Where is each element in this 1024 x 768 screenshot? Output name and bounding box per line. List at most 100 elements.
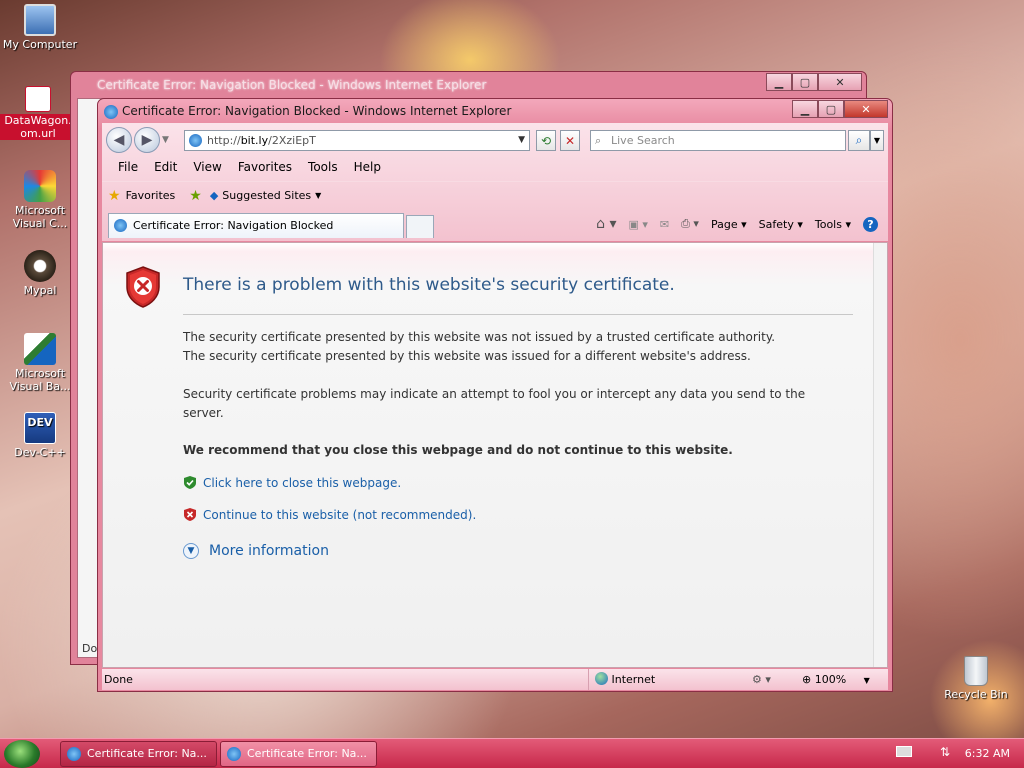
favorites-button[interactable]: Favorites xyxy=(126,189,176,202)
close-button[interactable]: ✕ xyxy=(844,100,888,118)
suggested-sites-button[interactable]: Suggested Sites xyxy=(222,189,311,202)
favorites-star-icon: ★ xyxy=(108,187,121,204)
desktop-icon-dev-cpp[interactable]: DEV Dev-C++ xyxy=(2,412,78,459)
search-placeholder: Live Search xyxy=(611,134,675,147)
minimize-button[interactable]: ▁ xyxy=(792,100,818,118)
status-bar: Done Internet ⚙ ▾ ⊕ 100% ▼ xyxy=(102,669,888,690)
maximize-button[interactable]: ▢ xyxy=(818,100,844,118)
page-icon xyxy=(114,219,127,232)
desktop-icon-datawagon[interactable]: DataWagon. om.url xyxy=(0,86,76,140)
print-icon[interactable]: ⎙ ▾ xyxy=(681,217,699,231)
more-information-label: More information xyxy=(209,543,329,559)
refresh-button[interactable]: ⟲ xyxy=(536,130,556,151)
page-menu[interactable]: Page ▾ xyxy=(711,218,747,231)
protected-mode-icon[interactable]: ⚙ ▾ xyxy=(752,669,771,690)
taskbar-item-label: Certificate Error: Na... xyxy=(247,747,367,760)
start-button[interactable] xyxy=(4,740,40,768)
read-mail-icon[interactable]: ✉ xyxy=(660,218,669,231)
taskbar-item-window-2[interactable]: Certificate Error: Na... xyxy=(220,741,377,767)
url-host: bit.ly xyxy=(240,134,269,147)
warning-text: Security certificate problems may indica… xyxy=(183,387,806,420)
desktop-icon-recycle-bin[interactable]: Recycle Bin xyxy=(938,656,1014,701)
status-text: Done xyxy=(104,673,133,686)
desktop-icon-label: My Computer xyxy=(2,38,78,51)
back-button[interactable]: ◀ xyxy=(106,127,132,153)
shield-ok-icon xyxy=(184,476,196,489)
browser-chrome: ◀ ▶ ▼ http://bit.ly/2XziEpT ▼ ⟲ ✕ ⌕ Live… xyxy=(102,123,888,241)
desktop-icon-mypal[interactable]: Mypal xyxy=(2,250,78,297)
tab-certificate-error[interactable]: Certificate Error: Navigation Blocked xyxy=(108,213,404,238)
more-information-toggle[interactable]: ▼ More information xyxy=(183,543,329,559)
desktop-icon-my-computer[interactable]: My Computer xyxy=(2,4,78,51)
menu-view[interactable]: View xyxy=(185,160,229,174)
taskbar-item-window-1[interactable]: Certificate Error: Na... xyxy=(60,741,217,767)
network-icon[interactable]: ⇅ xyxy=(940,745,950,759)
home-icon[interactable]: ⌂ ▾ xyxy=(596,216,616,232)
cert-issue-2: The security certificate presented by th… xyxy=(183,349,751,363)
tab-row: Certificate Error: Navigation Blocked ⌂ … xyxy=(102,211,888,239)
zone-indicator[interactable]: Internet xyxy=(588,669,655,690)
menu-edit[interactable]: Edit xyxy=(146,160,185,174)
taskbar-item-label: Certificate Error: Na... xyxy=(87,747,207,760)
recycle-bin-icon xyxy=(964,656,988,686)
mypal-icon xyxy=(24,250,56,282)
search-button[interactable]: ⌕ xyxy=(848,130,870,151)
recent-pages-dropdown[interactable]: ▼ xyxy=(162,135,169,145)
search-options-button[interactable]: ▼ xyxy=(870,130,884,151)
ie-icon xyxy=(104,105,118,119)
zone-label: Internet xyxy=(611,673,656,686)
search-input[interactable]: ⌕ Live Search xyxy=(590,130,846,151)
desktop-icon-visual-cpp[interactable]: Microsoft Visual C... xyxy=(2,170,78,230)
menu-file[interactable]: File xyxy=(110,160,146,174)
link-label: Continue to this website (not recommende… xyxy=(203,507,477,522)
page-content: There is a problem with this website's s… xyxy=(102,242,888,668)
visual-cpp-icon xyxy=(24,170,56,202)
continue-website-link[interactable]: Continue to this website (not recommende… xyxy=(183,507,476,522)
menu-bar: File Edit View Favorites Tools Help xyxy=(102,155,888,179)
page-icon xyxy=(189,134,202,147)
chevron-down-icon: ▼ xyxy=(315,191,322,200)
desktop-icon-label: Microsoft Visual Ba... xyxy=(9,367,71,393)
vertical-scrollbar[interactable] xyxy=(873,243,887,667)
close-webpage-link[interactable]: Click here to close this webpage. xyxy=(183,475,401,490)
favorites-bar: ★ Favorites ★ ◆ Suggested Sites ▼ xyxy=(102,181,888,209)
safety-menu[interactable]: Safety ▾ xyxy=(759,218,803,231)
close-button[interactable]: ✕ xyxy=(818,73,862,91)
new-tab-button[interactable] xyxy=(406,215,434,238)
url-path: /2XziEpT xyxy=(268,134,316,147)
stop-button[interactable]: ✕ xyxy=(560,130,580,151)
window-controls: ▁ ▢ ✕ xyxy=(792,100,888,118)
system-clock[interactable]: 6:32 AM xyxy=(965,739,1010,768)
link-label: Click here to close this webpage. xyxy=(203,475,402,490)
desktop-icon-label: Dev-C++ xyxy=(14,446,66,459)
desktop-icon-label: Microsoft Visual C... xyxy=(12,204,68,230)
address-bar[interactable]: http://bit.ly/2XziEpT ▼ xyxy=(184,130,530,151)
help-icon[interactable]: ? xyxy=(863,216,878,232)
suggested-sites-icon: ◆ xyxy=(209,189,219,202)
address-dropdown-icon[interactable]: ▼ xyxy=(518,131,525,150)
shield-error-icon xyxy=(126,266,160,308)
ie-icon xyxy=(227,747,241,761)
menu-tools[interactable]: Tools xyxy=(300,160,346,174)
menu-help[interactable]: Help xyxy=(346,160,389,174)
window-title: Certificate Error: Navigation Blocked - … xyxy=(122,104,512,118)
feeds-icon[interactable]: ▣ ▾ xyxy=(629,218,648,231)
menu-favorites[interactable]: Favorites xyxy=(230,160,300,174)
dev-cpp-icon: DEV xyxy=(24,412,56,444)
maximize-button[interactable]: ▢ xyxy=(792,73,818,91)
zoom-control[interactable]: ⊕ 100% ▼ xyxy=(802,669,870,691)
tools-menu[interactable]: Tools ▾ xyxy=(815,218,851,231)
globe-icon xyxy=(595,672,608,685)
minimize-button[interactable]: ▁ xyxy=(766,73,792,91)
keyboard-icon[interactable] xyxy=(896,746,912,757)
divider xyxy=(183,314,853,315)
chevron-down-icon: ▼ xyxy=(863,676,870,685)
visual-basic-icon xyxy=(24,333,56,365)
cert-issue-1: The security certificate presented by th… xyxy=(183,330,776,344)
desktop-icon-label: Mypal xyxy=(23,284,57,297)
desktop-icon-visual-basic[interactable]: Microsoft Visual Ba... xyxy=(2,333,78,393)
forward-button[interactable]: ▶ xyxy=(134,127,160,153)
browser-window[interactable]: Certificate Error: Navigation Blocked - … xyxy=(97,98,893,692)
url-scheme: http:// xyxy=(207,134,241,147)
add-favorite-icon[interactable]: ★ xyxy=(189,188,202,204)
